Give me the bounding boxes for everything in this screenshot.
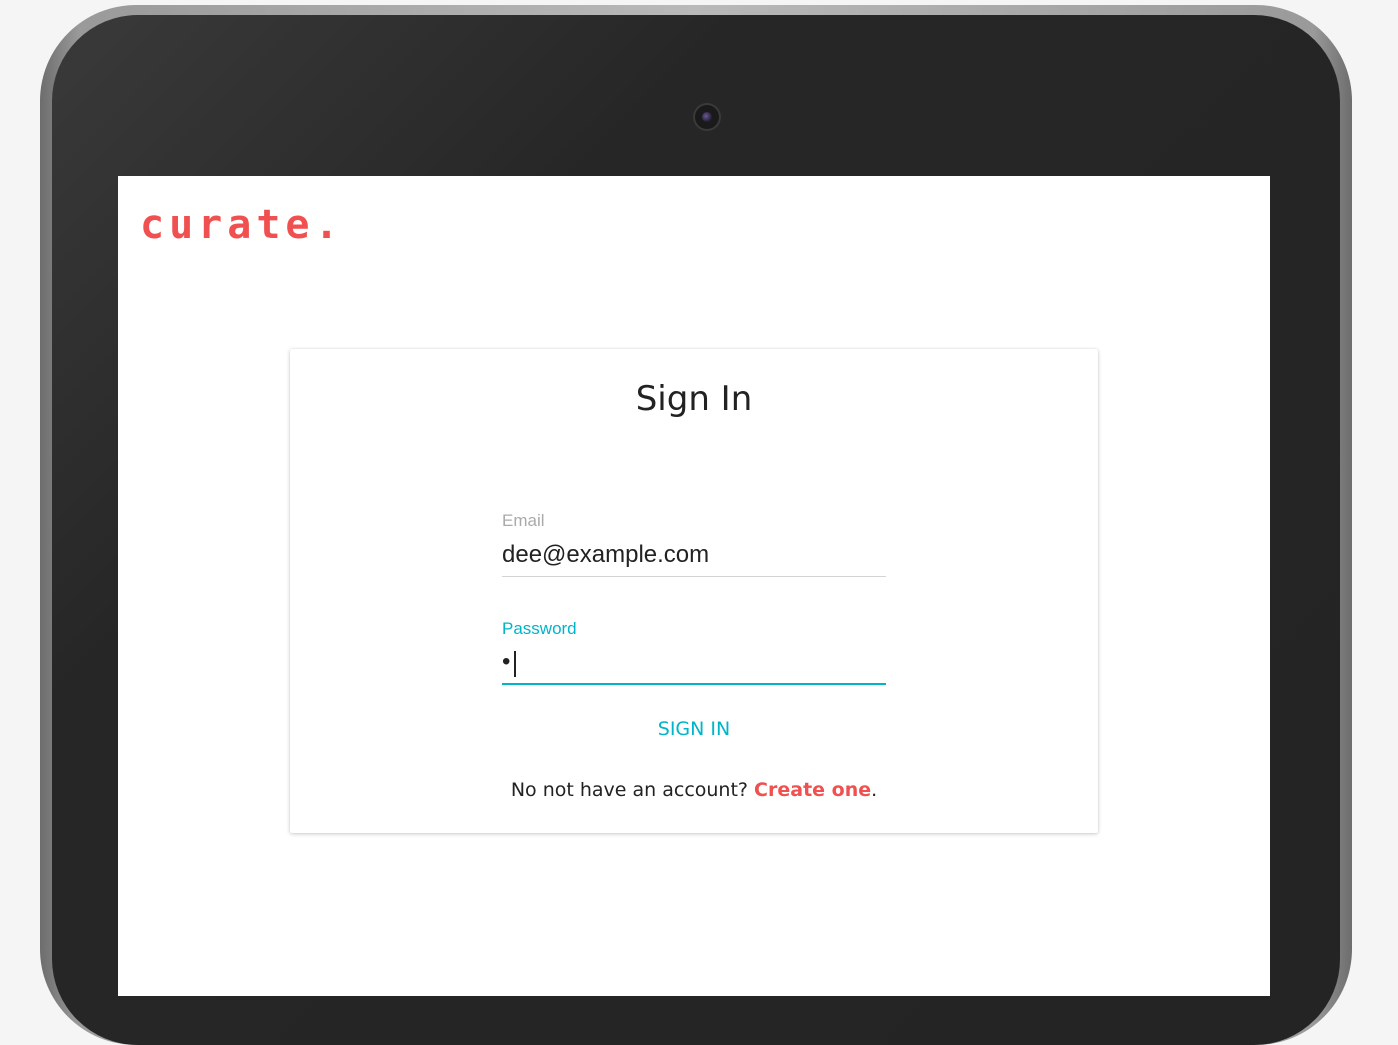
password-label: Password [502, 619, 577, 638]
password-field-group: Password [502, 619, 886, 685]
sign-in-button[interactable]: SIGN IN [624, 711, 764, 747]
page-title: Sign In [635, 379, 753, 419]
prompt-period: . [871, 779, 878, 801]
email-input[interactable] [502, 539, 886, 577]
signin-card: Sign In Email Password SIGN IN No not ha… [290, 349, 1098, 833]
password-input[interactable] [502, 647, 886, 685]
create-account-link[interactable]: Create one [754, 779, 871, 801]
app-screen: curate. Sign In Email Password SIGN IN N… [118, 176, 1270, 996]
camera-icon [695, 105, 719, 129]
create-account-prompt: No not have an account? Create one. [290, 779, 1098, 801]
brand-logo[interactable]: curate. [140, 202, 344, 248]
email-field-group: Email [502, 511, 886, 577]
account-prompt-text: No not have an account? [510, 779, 755, 801]
email-label: Email [502, 511, 545, 530]
text-caret [514, 651, 516, 677]
